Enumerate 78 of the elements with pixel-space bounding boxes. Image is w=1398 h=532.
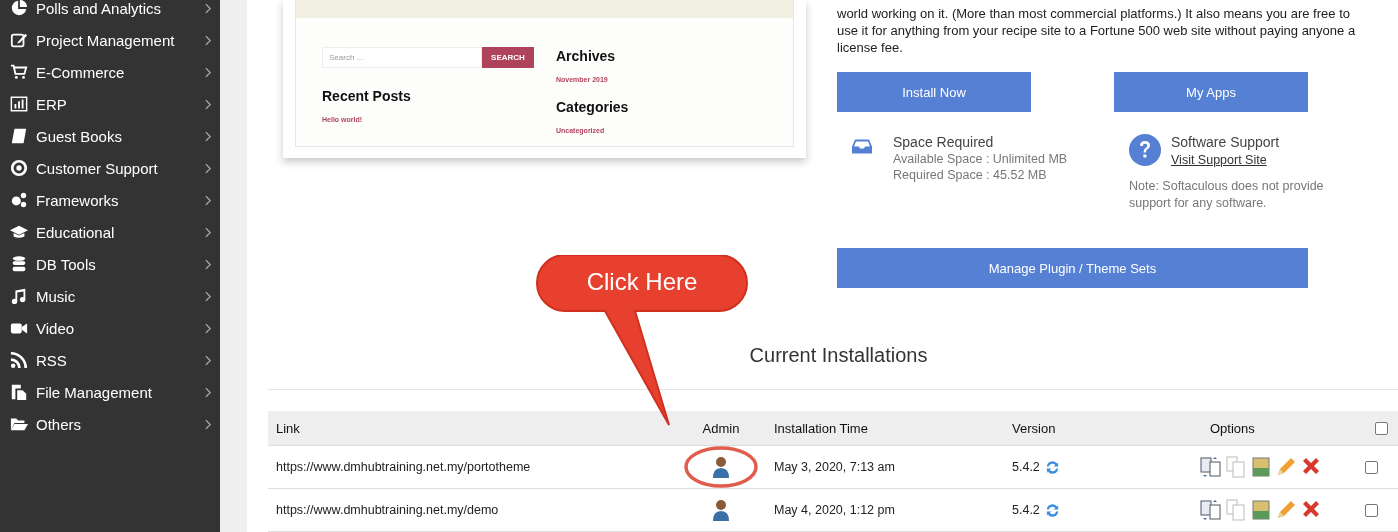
chevron-right-icon — [205, 162, 212, 174]
manage-plugin-button[interactable]: Manage Plugin / Theme Sets — [837, 248, 1308, 288]
sidebar-item[interactable]: Educational — [0, 216, 220, 248]
sidebar-item[interactable]: Others — [0, 408, 220, 440]
sidebar-item[interactable]: Polls and Analytics — [0, 0, 220, 24]
clone-icon[interactable] — [1200, 499, 1222, 521]
sidebar-item[interactable]: ERP — [0, 88, 220, 120]
help-icon — [1129, 134, 1161, 166]
column-header: Link — [275, 420, 301, 436]
column-header: Installation Time — [773, 420, 869, 436]
refresh-icon[interactable] — [1044, 459, 1060, 475]
widget-heading: Archives — [556, 48, 617, 64]
chevron-right-icon — [205, 322, 212, 334]
rss-icon — [10, 351, 28, 369]
space-required-title: Space Required — [893, 134, 995, 150]
sidebar-item[interactable]: Guest Books — [0, 120, 220, 152]
sidebar-item[interactable]: Music — [0, 280, 220, 312]
sidebar-item[interactable]: DB Tools — [0, 248, 220, 280]
widget-heading: Recent Posts — [322, 88, 412, 104]
sidebar-item[interactable]: E-Commerce — [0, 56, 220, 88]
pencil-icon[interactable] — [1275, 456, 1297, 478]
installation-link[interactable]: https://www.dmhubtraining.net.my/portotheme — [268, 460, 676, 474]
chevron-right-icon — [205, 290, 212, 302]
column-header: Options — [1209, 420, 1256, 436]
callout-text: Click Here — [585, 268, 699, 296]
chevron-right-icon — [205, 66, 212, 78]
software-support-title: Software Support — [1171, 134, 1280, 150]
row-checkbox[interactable] — [1364, 503, 1378, 517]
person-icon[interactable] — [713, 456, 729, 478]
person-icon[interactable] — [713, 499, 729, 521]
sidebar-item[interactable]: Project Management — [0, 24, 220, 56]
column-header: Admin — [701, 420, 741, 436]
version-text: 5.4.2 — [1012, 460, 1040, 474]
pencil-icon[interactable] — [1275, 499, 1297, 521]
refresh-icon[interactable] — [1044, 502, 1060, 518]
column-header: Version — [1011, 420, 1057, 436]
chevron-right-icon — [205, 2, 212, 14]
inbox-tray-icon — [852, 139, 872, 154]
chevron-right-icon — [205, 194, 212, 206]
chevron-right-icon — [205, 258, 212, 270]
edit-icon — [10, 31, 28, 49]
chevron-right-icon — [205, 418, 212, 430]
installation-time: May 4, 2020, 1:12 pm — [773, 503, 896, 517]
file-icon — [10, 383, 28, 401]
graduation-cap-icon — [10, 223, 28, 241]
chevron-right-icon — [205, 130, 212, 142]
database-icon — [10, 255, 28, 273]
install-now-button[interactable]: Install Now — [837, 72, 1031, 112]
chevron-right-icon — [205, 354, 212, 366]
sidebar-item[interactable]: Frameworks — [0, 184, 220, 216]
required-space-text: Required Space : 45.52 MB — [893, 168, 1048, 182]
support-site-link[interactable]: Visit Support Site — [1171, 153, 1267, 167]
bar-chart-icon — [10, 95, 28, 113]
description-text: world working on it. (More than most commercial platforms.) It also means you are free to use it for anything from your recipe site to a Fortune 500 web site without paying anyone a license fee. — [837, 5, 1357, 56]
chevron-right-icon — [205, 34, 212, 46]
available-space-text: Available Space : Unlimited MB — [893, 152, 1068, 166]
row-checkbox[interactable] — [1364, 460, 1378, 474]
sidebar-item[interactable]: File Management — [0, 376, 220, 408]
select-all-checkbox[interactable] — [1374, 421, 1388, 435]
search-field[interactable]: Search ... — [322, 47, 482, 68]
sidebar-item[interactable]: Customer Support — [0, 152, 220, 184]
chevron-right-icon — [205, 386, 212, 398]
sidebar-item[interactable]: RSS — [0, 344, 220, 376]
pie-chart-icon — [10, 0, 28, 17]
chevron-right-icon — [205, 226, 212, 238]
installation-link[interactable]: https://www.dmhubtraining.net.my/demo — [268, 503, 676, 517]
version-text: 5.4.2 — [1012, 503, 1040, 517]
my-apps-button[interactable]: My Apps — [1114, 72, 1308, 112]
section-title: Current Installations — [748, 344, 929, 367]
search-button[interactable]: SEARCH — [482, 47, 534, 68]
chevron-right-icon — [205, 98, 212, 110]
widget-heading: Categories — [556, 99, 629, 115]
support-note: Note: Softaculous does not provide support for any software. — [1129, 178, 1325, 212]
cart-icon — [10, 63, 28, 81]
installation-time: May 3, 2020, 7:13 am — [773, 460, 896, 474]
sidebar-item[interactable]: Video — [0, 312, 220, 344]
clone-icon[interactable] — [1200, 456, 1222, 478]
music-note-icon — [10, 287, 28, 305]
